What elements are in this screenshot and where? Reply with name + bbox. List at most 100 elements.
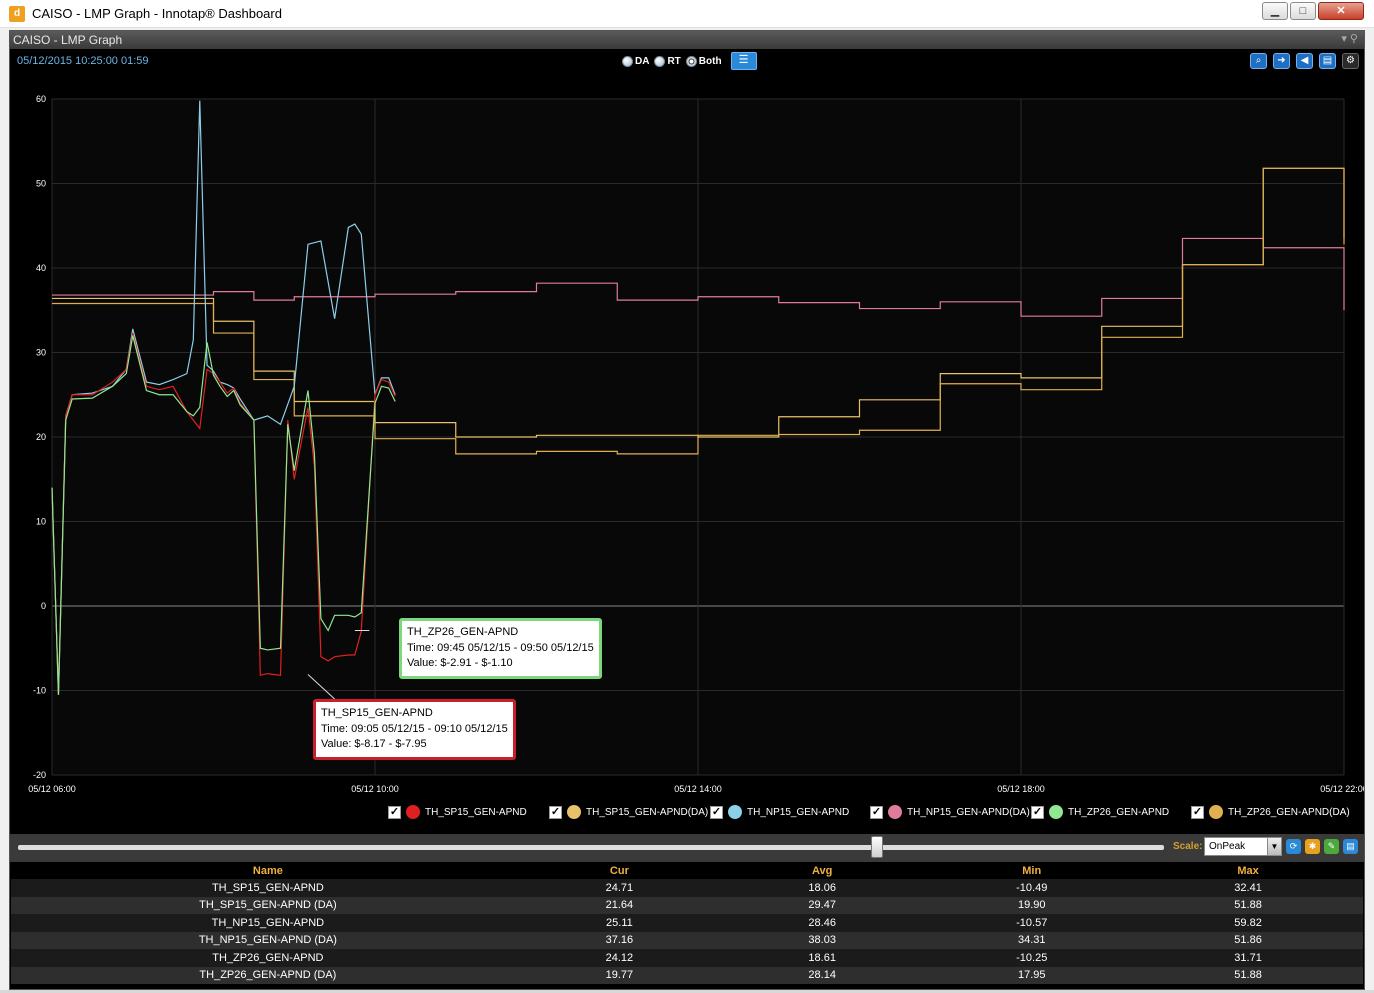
search-icon[interactable]: ⌕ <box>1250 53 1267 69</box>
cell-name: TH_ZP26_GEN-APND (DA) <box>11 966 525 984</box>
scale-select-value: OnPeak <box>1209 841 1246 852</box>
cell-max: 32.41 <box>1133 879 1363 897</box>
cell-max: 51.88 <box>1133 896 1363 914</box>
cell-cur: 37.16 <box>524 931 715 949</box>
col-avg-header[interactable]: Avg <box>714 862 931 879</box>
x-tick-label: 05/12 10:00 <box>351 784 399 794</box>
x-tick-label: 05/12 22:00 <box>1320 784 1364 794</box>
tooltip-sp15-time: Time: 09:05 05/12/15 - 09:10 05/12/15 <box>321 722 508 735</box>
legend-checkbox[interactable]: ✓ <box>870 805 883 819</box>
legend-label: TH_NP15_GEN-APND <box>747 806 850 818</box>
y-tick-label: 10 <box>36 517 46 527</box>
tooltip-zp26-value: Value: $-2.91 - $-1.10 <box>407 657 513 669</box>
legend-item-np15[interactable]: ✓ TH_NP15_GEN-APND <box>710 805 849 819</box>
legend-checkbox[interactable]: ✓ <box>549 805 562 819</box>
minimize-button[interactable]: ▁ <box>1262 2 1288 20</box>
cell-avg: 28.14 <box>714 966 931 984</box>
col-max-header[interactable]: Max <box>1133 862 1363 879</box>
cell-avg: 18.61 <box>714 949 931 967</box>
stats-header-row: Name Cur Avg Min Max <box>11 862 1363 879</box>
cell-cur: 21.64 <box>524 896 715 914</box>
legend-checkbox[interactable]: ✓ <box>710 805 723 819</box>
table-row[interactable]: TH_SP15_GEN-APND (DA) 21.64 29.47 19.90 … <box>11 896 1363 914</box>
cell-max: 51.88 <box>1133 966 1363 984</box>
cell-min: -10.25 <box>930 949 1134 967</box>
speaker-icon[interactable]: ◀ <box>1296 53 1313 69</box>
radio-da[interactable] <box>622 55 633 67</box>
x-tick-label: 05/12 18:00 <box>997 784 1045 794</box>
arrow-right-icon[interactable]: ➜ <box>1273 53 1290 69</box>
col-name-header[interactable]: Name <box>11 862 525 879</box>
legend-label: TH_SP15_GEN-APND <box>425 806 527 818</box>
gear-icon[interactable]: ⚙ <box>1342 53 1359 69</box>
slider-toolbar: ⟳ ✱ ✎ ▤ <box>1286 839 1358 854</box>
radio-rt[interactable] <box>654 55 666 67</box>
settings-icon[interactable]: ✱ <box>1305 839 1320 854</box>
cell-name: TH_NP15_GEN-APND (DA) <box>11 931 525 949</box>
maximize-button[interactable]: □ <box>1290 2 1316 20</box>
col-min-header[interactable]: Min <box>930 862 1134 879</box>
scale-select[interactable]: OnPeak ▼ <box>1204 837 1282 856</box>
legend-checkbox[interactable]: ✓ <box>1191 805 1204 819</box>
y-tick-label: 50 <box>36 179 46 189</box>
tooltip-sp15: TH_SP15_GEN-APND Time: 09:05 05/12/15 - … <box>313 699 516 760</box>
cell-avg: 28.46 <box>714 914 931 932</box>
legend-label: TH_SP15_GEN-APND(DA) <box>586 806 709 818</box>
lmp-line-chart[interactable]: 60 50 40 30 20 10 0 -10 -20 05/12 06:00 05/12 10:0… <box>10 81 1364 801</box>
panel-header: CAISO - LMP Graph ▾ ⚲ <box>10 31 1364 49</box>
lmp-graph-panel: CAISO - LMP Graph ▾ ⚲ 05/12/2015 10:25:0… <box>9 30 1365 990</box>
save-icon[interactable]: ▤ <box>1343 839 1358 854</box>
cell-cur: 24.12 <box>524 949 715 967</box>
panel-pin-icon[interactable]: ▾ ⚲ <box>1341 32 1358 45</box>
tooltip-sp15-value: Value: $-8.17 - $-7.95 <box>321 738 427 750</box>
legend-label: TH_ZP26_GEN-APND(DA) <box>1228 806 1350 818</box>
save-icon[interactable]: ▤ <box>1319 53 1336 69</box>
time-slider-bar: Scale: OnPeak ▼ ⟳ ✱ ✎ ▤ <box>10 834 1364 862</box>
cell-cur: 19.77 <box>524 966 715 984</box>
x-tick-label: 05/12 06:00 <box>28 784 76 794</box>
legend-swatch <box>567 805 581 819</box>
edit-icon[interactable]: ✎ <box>1324 839 1339 854</box>
cell-min: -10.49 <box>930 879 1134 897</box>
y-tick-label: 40 <box>36 263 46 273</box>
dashboard-logo-icon: d <box>9 6 25 22</box>
chevron-down-icon[interactable]: ▼ <box>1267 838 1281 855</box>
refresh-icon[interactable]: ⟳ <box>1286 839 1301 854</box>
list-view-button[interactable]: ☰ <box>730 52 757 70</box>
window-titlebar: d CAISO - LMP Graph - Innotap® Dashboard… <box>0 0 1374 28</box>
y-tick-label: 30 <box>36 348 46 358</box>
legend-swatch <box>728 805 742 819</box>
app-window: d CAISO - LMP Graph - Innotap® Dashboard… <box>0 0 1374 993</box>
legend-item-zp26-da[interactable]: ✓ TH_ZP26_GEN-APND(DA) <box>1191 805 1350 819</box>
radio-both[interactable] <box>685 55 697 67</box>
table-row[interactable]: TH_ZP26_GEN-APND (DA) 19.77 28.14 17.95 … <box>11 966 1363 984</box>
legend-checkbox[interactable]: ✓ <box>388 805 401 819</box>
table-row[interactable]: TH_SP15_GEN-APND 24.71 18.06 -10.49 32.4… <box>11 879 1363 897</box>
slider-track[interactable] <box>18 845 1164 850</box>
radio-da-label: DA <box>635 55 650 67</box>
tooltip-zp26: TH_ZP26_GEN-APND Time: 09:45 05/12/15 - … <box>399 618 602 679</box>
y-tick-label: 60 <box>36 94 46 104</box>
table-row[interactable]: TH_NP15_GEN-APND 25.11 28.46 -10.57 59.8… <box>11 914 1363 932</box>
cell-name: TH_SP15_GEN-APND (DA) <box>11 896 525 914</box>
cell-min: 19.90 <box>930 896 1134 914</box>
tooltip-zp26-name: TH_ZP26_GEN-APND <box>407 626 519 638</box>
legend-item-sp15-da[interactable]: ✓ TH_SP15_GEN-APND(DA) <box>549 805 708 819</box>
close-button[interactable]: ✕ <box>1318 2 1364 20</box>
table-row[interactable]: TH_NP15_GEN-APND (DA) 37.16 38.03 34.31 … <box>11 931 1363 949</box>
cell-name: TH_SP15_GEN-APND <box>11 879 525 897</box>
legend-item-sp15[interactable]: ✓ TH_SP15_GEN-APND <box>388 805 527 819</box>
legend-swatch <box>888 805 902 819</box>
slider-thumb[interactable] <box>871 836 883 858</box>
col-cur-header[interactable]: Cur <box>524 862 715 879</box>
cell-max: 51.86 <box>1133 931 1363 949</box>
y-tick-label: -10 <box>33 686 46 696</box>
cell-name: TH_ZP26_GEN-APND <box>11 949 525 967</box>
legend-item-zp26[interactable]: ✓ TH_ZP26_GEN-APND <box>1031 805 1169 819</box>
cell-max: 59.82 <box>1133 914 1363 932</box>
table-row[interactable]: TH_ZP26_GEN-APND 24.12 18.61 -10.25 31.7… <box>11 949 1363 967</box>
legend-item-np15-da[interactable]: ✓ TH_NP15_GEN-APND(DA) <box>870 805 1030 819</box>
legend-checkbox[interactable]: ✓ <box>1031 805 1044 819</box>
chart-legend: ✓ TH_SP15_GEN-APND ✓ TH_SP15_GEN-APND(DA… <box>10 801 1364 823</box>
legend-swatch <box>1049 805 1063 819</box>
